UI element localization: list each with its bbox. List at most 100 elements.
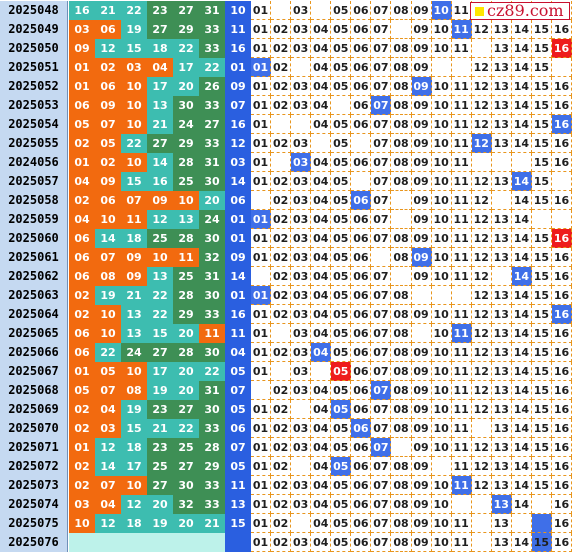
trend-cell: 04 <box>311 286 332 305</box>
trend-cell: 13 <box>491 210 512 229</box>
issue-number: 2025073 <box>0 476 68 495</box>
trend-cell: 12 <box>471 77 492 96</box>
issue-number: 2025071 <box>0 438 68 457</box>
trend-cell: 09 <box>411 1 432 20</box>
trend-cell: 15 <box>531 58 552 77</box>
red-ball: 05 <box>95 362 121 381</box>
trend-cell: 16 <box>551 400 572 419</box>
trend-cell <box>251 191 272 210</box>
site-logo[interactable]: cz89.com <box>470 2 570 20</box>
trend-cell: 11 <box>451 419 472 438</box>
trend-cell: 15 <box>531 324 552 343</box>
trend-cell: 09 <box>411 115 432 134</box>
red-ball: 10 <box>95 305 121 324</box>
trend-cell: 14 <box>511 495 532 514</box>
trend-cell: 09 <box>411 96 432 115</box>
trend-cell <box>251 381 272 400</box>
trend-cell: 01 <box>251 1 272 20</box>
issue-number: 2025051 <box>0 58 68 77</box>
issue-number: 2025072 <box>0 457 68 476</box>
red-ball: 02 <box>95 153 121 172</box>
trend-cell: 11 <box>451 39 472 58</box>
trend-cell: 13 <box>491 514 512 533</box>
trend-cell: 10 <box>431 514 452 533</box>
trend-cell <box>391 438 412 457</box>
trend-cell: 04 <box>311 267 332 286</box>
trend-cell: 08 <box>391 476 412 495</box>
red-ball: 19 <box>121 400 147 419</box>
trend-cell: 11 <box>451 115 472 134</box>
trend-cell: 08 <box>391 343 412 362</box>
trend-cell <box>291 58 312 77</box>
trend-cell: 13 <box>491 77 512 96</box>
trend-cell: 14 <box>511 381 532 400</box>
trend-cell: 14 <box>511 286 532 305</box>
trend-cell: 13 <box>491 438 512 457</box>
trend-cell <box>431 58 452 77</box>
blue-hit-cell: 11 <box>451 476 472 495</box>
trend-cell: 12 <box>471 324 492 343</box>
blue-hit-cell: 07 <box>371 381 392 400</box>
trend-cell: 13 <box>491 305 512 324</box>
trend-cell: 03 <box>291 267 312 286</box>
red-ball: 02 <box>69 419 95 438</box>
trend-cell: 13 <box>491 286 512 305</box>
trend-cell <box>351 172 372 191</box>
trend-cell: 08 <box>391 495 412 514</box>
trend-cell <box>431 286 452 305</box>
red-ball: 28 <box>173 286 199 305</box>
trend-cell: 05 <box>331 286 352 305</box>
trend-cell: 14 <box>511 343 532 362</box>
trend-cell: 11 <box>451 438 472 457</box>
issue-number: 2025053 <box>0 96 68 115</box>
trend-cell: 09 <box>411 39 432 58</box>
red-ball: 03 <box>95 419 121 438</box>
trend-cell: 05 <box>331 514 352 533</box>
trend-cell: 07 <box>371 153 392 172</box>
trend-cell: 09 <box>411 267 432 286</box>
trend-cell: 06 <box>351 343 372 362</box>
trend-cell: 05 <box>331 267 352 286</box>
trend-cell: 10 <box>431 476 452 495</box>
trend-cell: 01 <box>251 96 272 115</box>
trend-cell: 04 <box>311 191 332 210</box>
trend-cell: 06 <box>351 495 372 514</box>
red-ball: 10 <box>95 324 121 343</box>
red-ball: 10 <box>121 476 147 495</box>
trend-cell: 16 <box>551 96 572 115</box>
trend-cell: 09 <box>411 495 432 514</box>
blue-ball: 03 <box>225 153 251 172</box>
blue-ball <box>225 533 251 552</box>
trend-cell: 06 <box>351 305 372 324</box>
trend-cell: 10 <box>431 324 452 343</box>
blue-ball: 16 <box>225 115 251 134</box>
trend-cell: 01 <box>251 533 272 552</box>
trend-cell: 13 <box>491 400 512 419</box>
trend-cell: 08 <box>391 77 412 96</box>
issue-number: 2025048 <box>0 1 68 20</box>
trend-cell: 12 <box>471 210 492 229</box>
red-ball: 12 <box>95 514 121 533</box>
red-ball: 10 <box>121 77 147 96</box>
red-ball: 25 <box>147 457 173 476</box>
red-ball: 14 <box>147 153 173 172</box>
trend-cell <box>491 267 512 286</box>
blue-ball: 11 <box>225 476 251 495</box>
red-ball: 06 <box>69 267 95 286</box>
trend-cell: 16 <box>551 362 572 381</box>
trend-cell: 13 <box>491 134 512 153</box>
trend-cell: 01 <box>251 39 272 58</box>
trend-cell: 09 <box>411 172 432 191</box>
trend-cell: 14 <box>511 419 532 438</box>
red-ball: 06 <box>69 248 95 267</box>
blue-ball: 06 <box>225 191 251 210</box>
trend-cell <box>471 514 492 533</box>
red-ball: 20 <box>173 514 199 533</box>
red-ball: 18 <box>121 438 147 457</box>
red-ball: 29 <box>173 20 199 39</box>
trend-cell: 13 <box>491 248 512 267</box>
red-ball: 21 <box>121 286 147 305</box>
blue-ball: 09 <box>225 77 251 96</box>
issue-number: 2025076 <box>0 533 68 552</box>
trend-cell: 08 <box>391 305 412 324</box>
